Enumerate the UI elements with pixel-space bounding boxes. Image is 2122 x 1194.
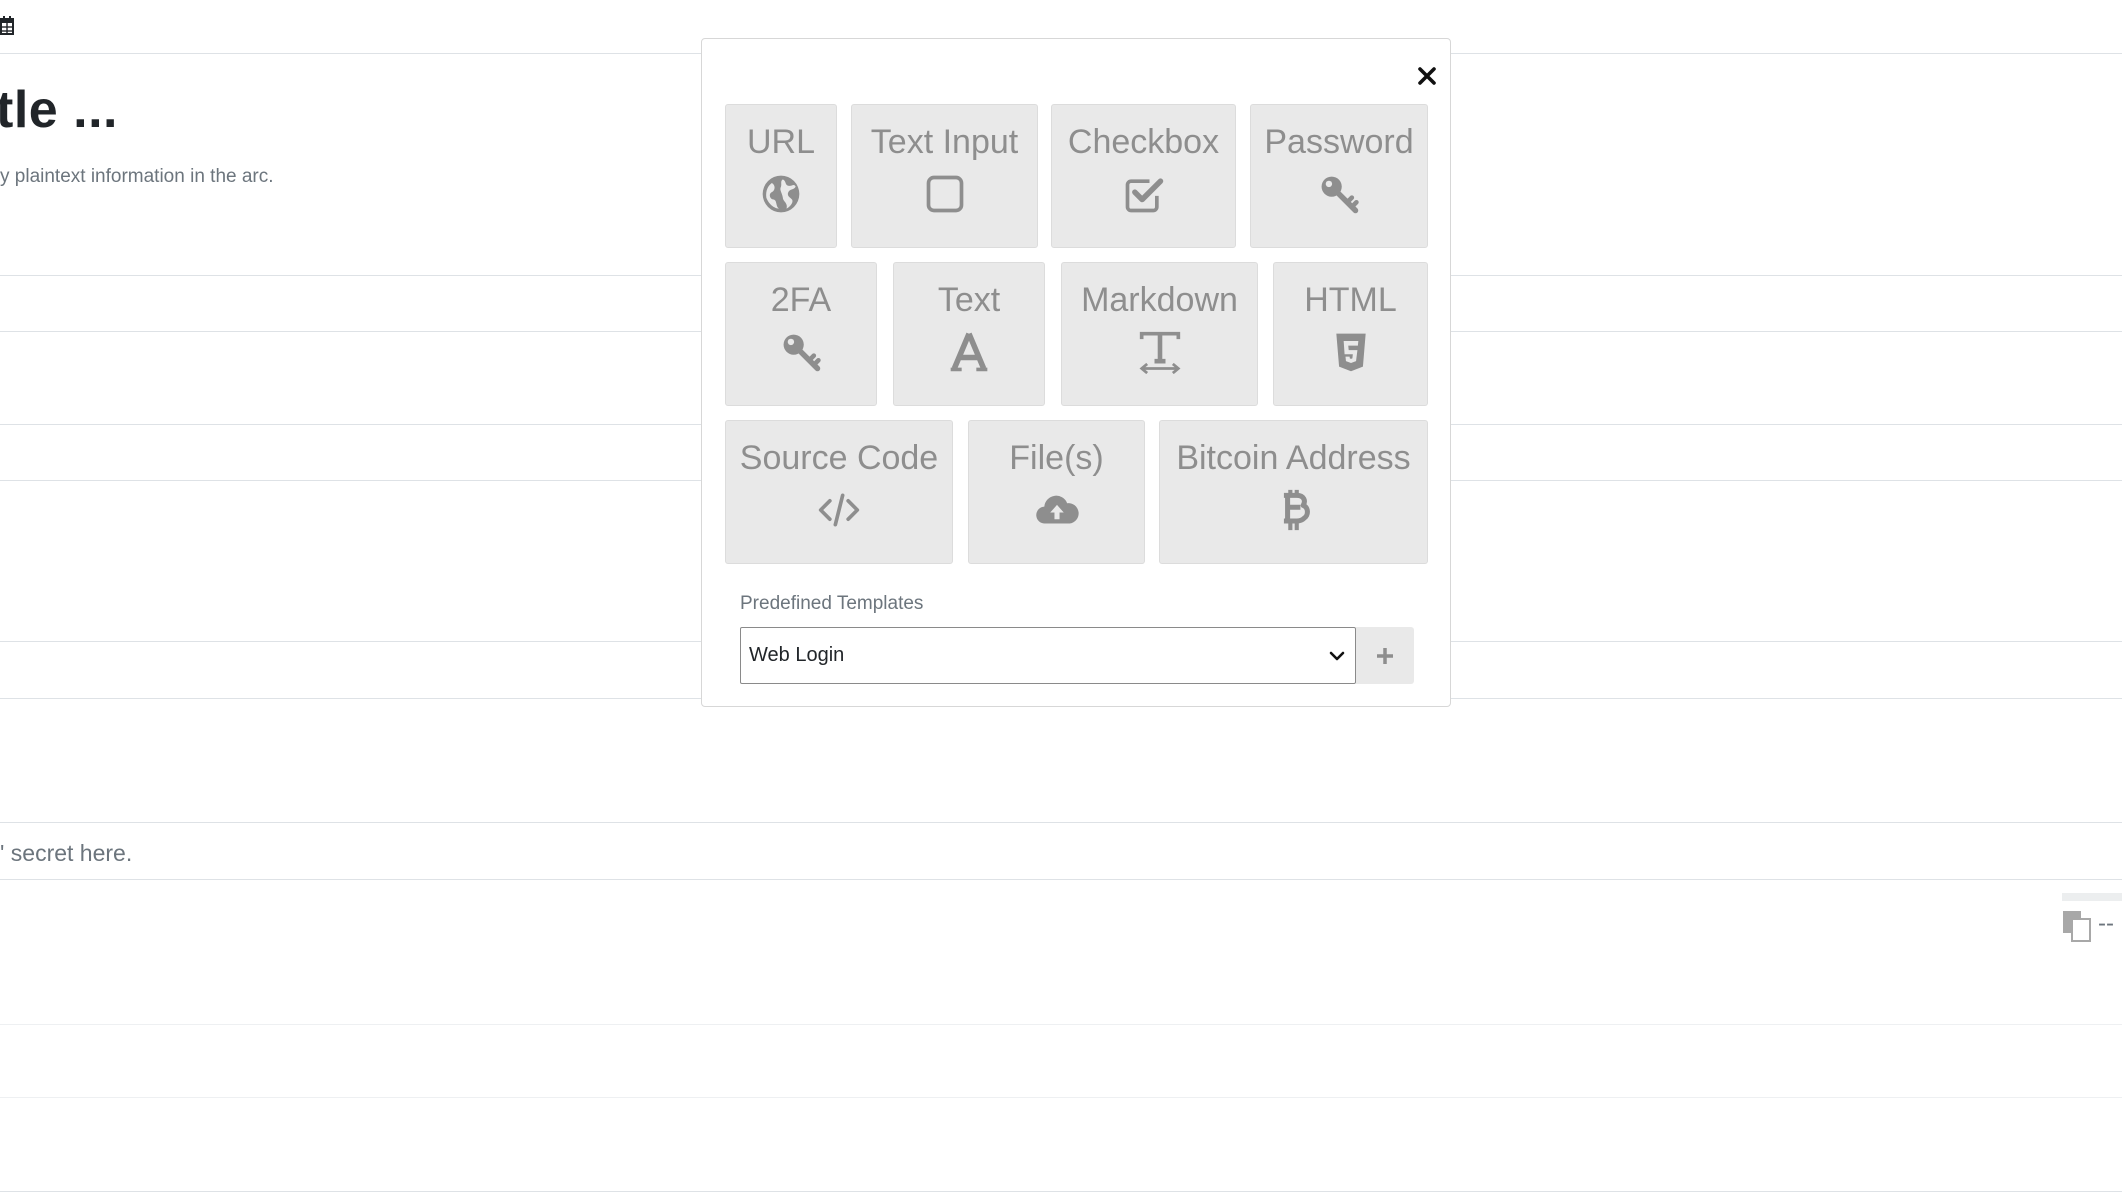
chevron-down-icon [1329,651,1345,661]
font-icon [945,328,993,376]
globe-icon [757,170,805,218]
tile-label: Markdown [1081,281,1238,319]
field-type-text-input[interactable]: Text Input [851,104,1038,248]
divider [0,1097,2122,1098]
page-subtitle: y plaintext information in the arc. [0,166,274,187]
tile-label: 2FA [770,281,832,319]
field-type-bitcoin-address[interactable]: Bitcoin Address [1159,420,1428,564]
field-type-password[interactable]: Password [1250,104,1428,248]
tile-label: URL [746,123,816,161]
close-icon [1418,67,1436,85]
field-type-files[interactable]: File(s) [968,420,1145,564]
progress-bar [2062,893,2122,901]
tile-label: Text Input [870,123,1019,161]
divider [0,1024,2122,1025]
field-type-checkbox[interactable]: Checkbox [1051,104,1236,248]
divider [0,822,2122,823]
tile-label: Text [937,281,1001,319]
field-type-source-code[interactable]: Source Code [725,420,953,564]
add-field-modal: URL Text Input Checkbox Password 2FA Tex… [701,38,1451,707]
field-type-html[interactable]: HTML [1273,262,1428,406]
close-button[interactable] [1410,59,1444,93]
tile-label: Checkbox [1067,123,1220,161]
field-type-url[interactable]: URL [725,104,837,248]
text-width-icon [1136,328,1184,376]
templates-selected-value: Web Login [749,644,845,666]
html5-icon [1327,328,1375,376]
divider [0,879,2122,880]
templates-select[interactable]: Web Login [740,627,1356,684]
secret-field-placeholder[interactable]: ' secret here. [0,840,132,867]
key-icon [1315,170,1363,218]
tile-label: File(s) [1009,439,1104,477]
tile-label: Password [1264,123,1414,161]
code-icon [815,486,863,534]
plus-icon [1377,647,1393,664]
cloud-upload-icon [1033,486,1081,534]
tile-label: Bitcoin Address [1176,439,1411,477]
page-title: tle ... [0,81,118,139]
field-type-markdown[interactable]: Markdown [1061,262,1258,406]
field-type-text[interactable]: Text [893,262,1045,406]
calendar-icon [0,16,14,35]
tile-label: HTML [1304,281,1397,319]
copy-icon[interactable] [2062,910,2092,942]
tile-label: Source Code [739,439,939,477]
key-icon [777,328,825,376]
checkbox-icon [1120,170,1168,218]
templates-label: Predefined Templates [740,593,924,614]
copy-value: -- [2098,910,2114,937]
square-icon [921,170,969,218]
field-type-2fa[interactable]: 2FA [725,262,877,406]
divider [0,1191,2122,1192]
bitcoin-icon [1270,486,1318,534]
add-template-button[interactable] [1356,627,1414,684]
